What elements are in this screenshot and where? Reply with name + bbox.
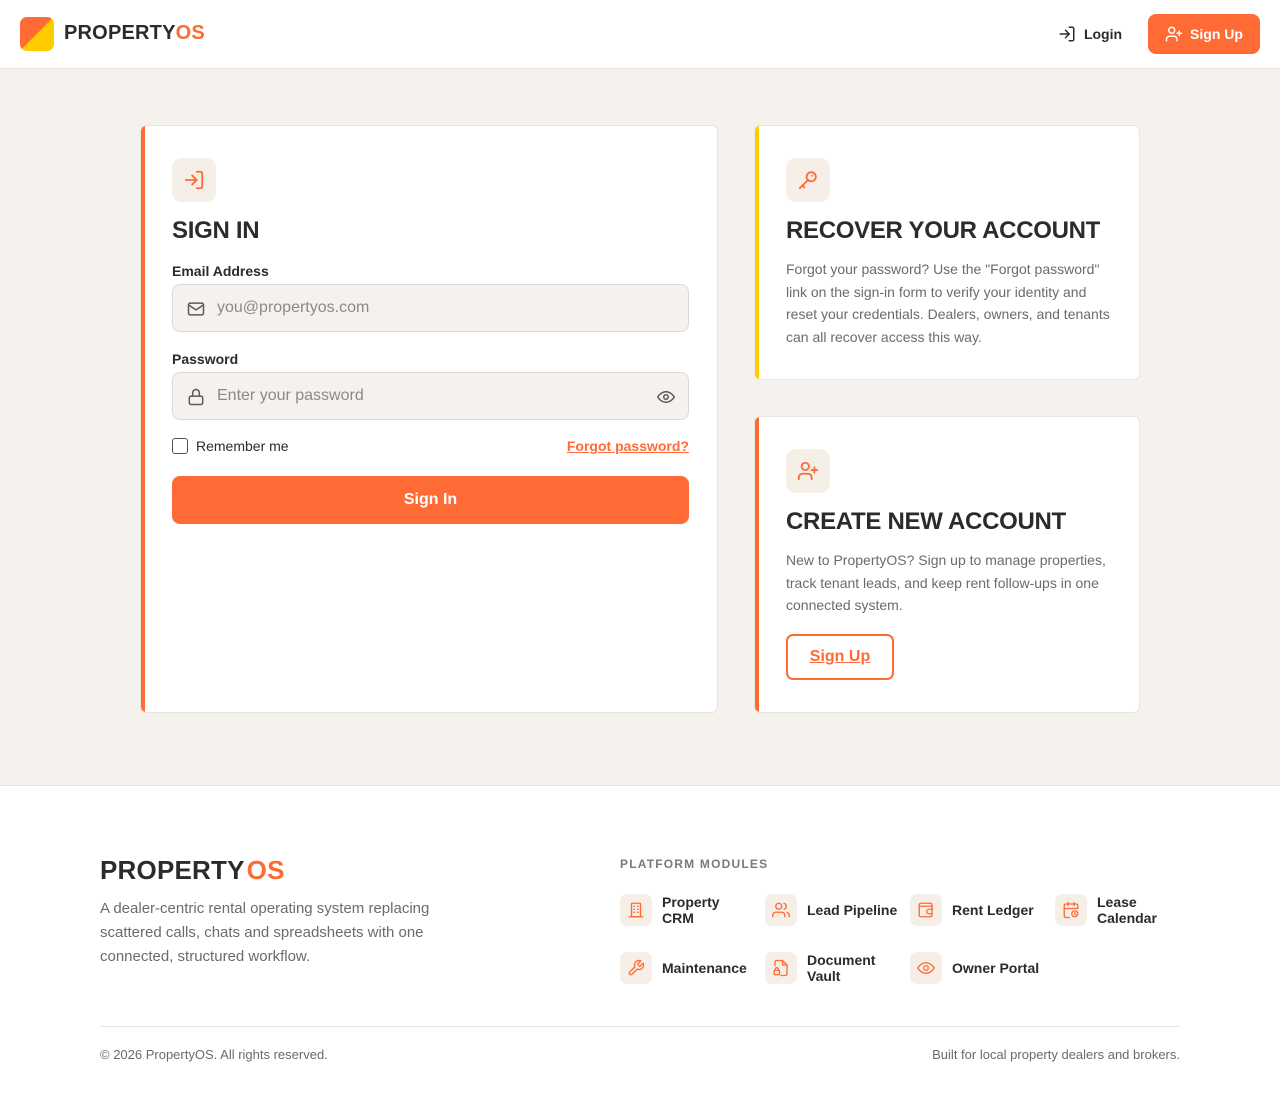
top-nav: PROPERTYOS Login Sign Up <box>0 0 1280 69</box>
logo-accent-text: OS <box>175 22 205 44</box>
logo-icon[interactable] <box>20 17 54 51</box>
copyright-text: © 2026 PropertyOS. All rights reserved. <box>100 1047 328 1062</box>
password-label: Password <box>172 351 239 367</box>
signin-title: SIGN IN <box>172 217 260 244</box>
main-content: SIGN IN Email Address you@propertyos.com… <box>0 69 1280 786</box>
module-label: Document Vault <box>807 952 876 984</box>
module-property-crm[interactable]: Property CRM <box>620 893 760 927</box>
module-label: Owner Portal <box>952 960 1040 976</box>
remember-me: Remember me <box>172 438 289 454</box>
signin-icon <box>172 158 216 202</box>
modules-heading: PLATFORM MODULES <box>620 857 769 871</box>
email-placeholder: you@propertyos.com <box>217 299 370 316</box>
card-accent-bar <box>141 126 145 712</box>
building-icon <box>620 894 652 926</box>
wallet-icon <box>910 894 942 926</box>
module-rent-ledger[interactable]: Rent Ledger <box>910 893 1050 927</box>
create-account-signup-button[interactable]: Sign Up <box>786 634 894 680</box>
logo-primary-text: PROPERTY <box>64 22 176 44</box>
calendar-clock-icon <box>1055 894 1087 926</box>
signin-submit-button[interactable]: Sign In <box>172 476 689 524</box>
footer-logo[interactable]: PROPERTYOS <box>100 855 285 886</box>
key-icon <box>786 158 830 202</box>
module-label: Lease Calendar <box>1097 894 1157 926</box>
module-label: Rent Ledger <box>952 902 1034 918</box>
remember-me-checkbox[interactable] <box>172 438 188 454</box>
login-button-label: Login <box>1083 26 1123 42</box>
header-signup-button[interactable]: Sign Up <box>1148 14 1260 54</box>
show-password-eye-icon[interactable] <box>657 388 675 406</box>
footer: PROPERTYOS A dealer-centric rental opera… <box>0 786 1280 1098</box>
signin-card: SIGN IN Email Address you@propertyos.com… <box>140 125 718 713</box>
password-field[interactable]: Enter your password <box>172 372 689 420</box>
footer-tagline: Built for local property dealers and bro… <box>932 1047 1180 1062</box>
recover-description: Forgot your password? Use the "Forgot pa… <box>786 261 1110 345</box>
forgot-password-link[interactable]: Forgot password? <box>567 438 689 454</box>
footer-divider <box>100 1026 1180 1027</box>
file-lock-icon <box>765 952 797 984</box>
module-owner-portal[interactable]: Owner Portal <box>910 951 1050 985</box>
create-account-title: CREATE NEW ACCOUNT <box>786 508 1066 535</box>
module-lead-pipeline[interactable]: Lead Pipeline <box>765 893 905 927</box>
user-plus-icon <box>786 449 830 493</box>
module-label: Lead Pipeline <box>807 902 898 918</box>
recover-title: RECOVER YOUR ACCOUNT <box>786 217 1101 244</box>
card-accent-bar <box>755 126 759 379</box>
module-lease-calendar[interactable]: Lease Calendar <box>1055 893 1195 927</box>
user-plus-icon <box>1165 25 1183 43</box>
wrench-icon <box>620 952 652 984</box>
footer-logo-primary: PROPERTY <box>100 855 245 885</box>
card-accent-bar <box>755 417 759 712</box>
password-placeholder: Enter your password <box>217 387 364 404</box>
create-account-card: CREATE NEW ACCOUNT New to PropertyOS? Si… <box>754 416 1140 713</box>
module-label: Property CRM <box>662 894 720 926</box>
login-button[interactable]: Login <box>1048 14 1132 54</box>
module-document-vault[interactable]: Document Vault <box>765 951 905 985</box>
email-label: Email Address <box>172 263 269 279</box>
module-maintenance[interactable]: Maintenance <box>620 951 760 985</box>
lock-icon <box>186 387 206 407</box>
module-label: Maintenance <box>662 960 747 976</box>
email-field[interactable]: you@propertyos.com <box>172 284 689 332</box>
recover-card: RECOVER YOUR ACCOUNT Forgot your passwor… <box>754 125 1140 380</box>
users-icon <box>765 894 797 926</box>
header-signup-label: Sign Up <box>1190 26 1243 42</box>
eye-icon <box>910 952 942 984</box>
logo-wordmark[interactable]: PROPERTYOS <box>64 22 205 45</box>
login-icon <box>1058 25 1076 43</box>
footer-logo-accent: OS <box>246 855 285 885</box>
remember-me-label: Remember me <box>196 438 289 454</box>
mail-icon <box>186 299 206 319</box>
create-account-description: New to PropertyOS? Sign up to manage pro… <box>786 552 1106 613</box>
footer-description: A dealer-centric rental operating system… <box>100 900 430 965</box>
